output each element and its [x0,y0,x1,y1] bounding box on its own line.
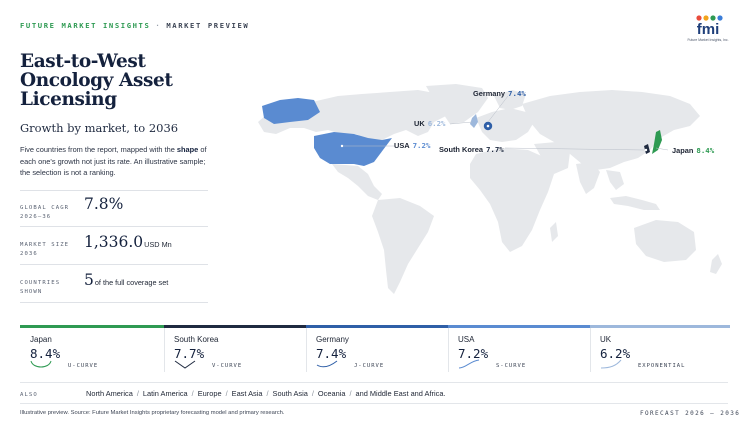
australia-shape [634,220,696,262]
map-label-usa-name: USA [394,141,410,150]
region-separator: / [136,389,139,398]
stat-value-market-size-number: 1,336.0 [84,233,144,251]
stat-label-cagr: GLOBAL CAGR 2026–36 [20,205,70,220]
map-label-germany-name: Germany [473,89,506,98]
stat-value-market-size: 1,336.0USD Mn [84,233,172,251]
stat-value-cagr: 7.8% [84,195,124,213]
u-curve-icon [30,360,52,368]
map-label-japan-value: 8.4% [696,146,715,155]
header-label: MARKET PREVIEW [166,21,250,30]
region-link-europe[interactable]: Europe [198,389,222,398]
card-country-name: Japan [30,335,52,344]
card-growth-shape: J-CURVE [354,363,385,369]
card-growth-shape: EXPONENTIAL [638,363,686,369]
region-link-south-asia[interactable]: South Asia [273,389,308,398]
country-card-uk[interactable]: UK 6.2% EXPONENTIAL [590,325,730,372]
v-curve-icon [174,360,196,369]
map-label-usa-value: 7.2% [412,141,431,150]
source-note: Illustrative preview. Source: Future Mar… [20,410,285,416]
description-bold: shape [176,145,199,154]
fmi-logo[interactable]: fmi Future Market Insights, Inc. [686,14,730,44]
divider [20,382,728,383]
forecast-range: FORECAST 2026 – 2036 [640,410,741,417]
country-card-germany[interactable]: Germany 7.4% J-CURVE [306,325,448,372]
map-label-south-korea-value: 7.7% [485,145,504,154]
land-masses [258,84,722,294]
card-country-name: UK [600,335,612,344]
stat-divider [20,226,208,227]
indonesia-shape [610,196,660,210]
country-card-usa[interactable]: USA 7.2% S-CURVE [448,325,590,372]
map-label-uk-value: 6.2% [427,119,446,128]
country-card-south-korea[interactable]: South Korea 7.7% V-CURVE [164,325,306,372]
page-title: East-to-West Oncology Asset Licensing [20,51,173,110]
description-part1: Five countries from the report, mapped w… [20,145,177,154]
map-label-south-korea[interactable]: South Korea 7.7% [439,145,504,154]
card-country-name: USA [458,335,475,344]
new-zealand-shape [710,254,722,274]
exponential-curve-icon [600,359,622,369]
stat-label-countries: COUNTRIES SHOWN [20,280,61,295]
card-accent-bar [590,325,730,328]
map-label-germany-value: 7.4% [508,89,526,98]
stat-unit-countries: of the full coverage set [94,278,169,287]
country-card-japan[interactable]: Japan 8.4% U-CURVE [20,325,164,372]
card-accent-bar [20,325,164,328]
stat-value-cagr-number: 7.8% [84,195,124,213]
card-country-name: Germany [316,335,349,344]
map-label-japan-name: Japan [672,146,694,155]
logo-text: fmi [697,21,720,38]
stat-value-countries: 5of the full coverage set [84,271,168,289]
card-growth-shape: V-CURVE [212,363,243,369]
card-growth-shape: U-CURVE [68,363,99,369]
region-separator: / [266,389,269,398]
page-subtitle: Growth by market, to 2036 [20,121,179,135]
mexico-shape [332,164,382,200]
region-separator: / [349,389,352,398]
card-accent-bar [306,325,448,328]
also-label: ALSO [20,392,38,398]
logo-tagline: Future Market Insights, Inc. [687,38,728,42]
region-separator: / [191,389,194,398]
map-label-uk[interactable]: UK 6.2% [414,119,446,128]
description: Five countries from the report, mapped w… [20,144,210,179]
card-growth-shape: S-CURVE [496,363,527,369]
top-bar: FUTURE MARKET INSIGHTS · MARKET PREVIEW [20,21,249,30]
region-separator: / [311,389,314,398]
map-label-uk-name: UK [414,119,425,128]
map-label-south-korea-name: South Korea [439,145,483,154]
card-country-name: South Korea [174,335,219,344]
region-link-east-asia[interactable]: East Asia [232,389,263,398]
regions-list: North America / Latin America / Europe / East … [86,389,446,398]
map-label-usa[interactable]: USA 7.2% [394,141,430,150]
world-map [258,84,722,294]
card-accent-bar [448,325,590,328]
map-label-japan[interactable]: Japan 8.4% [672,146,714,155]
stat-divider [20,190,208,191]
region-separator: / [225,389,228,398]
stat-unit-market-size: USD Mn [144,240,172,249]
j-curve-icon [316,360,338,368]
divider [20,403,728,404]
stat-divider [20,264,208,265]
map-label-germany[interactable]: Germany 7.4% [473,89,526,98]
stat-divider [20,302,208,303]
s-curve-icon [458,359,480,369]
stat-value-countries-number: 5 [84,271,94,289]
region-link-middle-east-africa[interactable]: and Middle East and Africa. [356,389,446,398]
card-accent-bar [164,325,306,328]
africa-shape [470,148,554,252]
header-separator: · [155,21,162,30]
region-link-oceania[interactable]: Oceania [318,389,346,398]
brand-name: FUTURE MARKET INSIGHTS [20,21,151,30]
madagascar-shape [550,222,558,242]
southeast-asia-shape [606,170,624,190]
stat-label-market-size: MARKET SIZE 2036 [20,242,70,257]
region-link-latin-america[interactable]: Latin America [143,389,188,398]
south-america-shape [372,198,434,294]
region-link-north-america[interactable]: North America [86,389,133,398]
